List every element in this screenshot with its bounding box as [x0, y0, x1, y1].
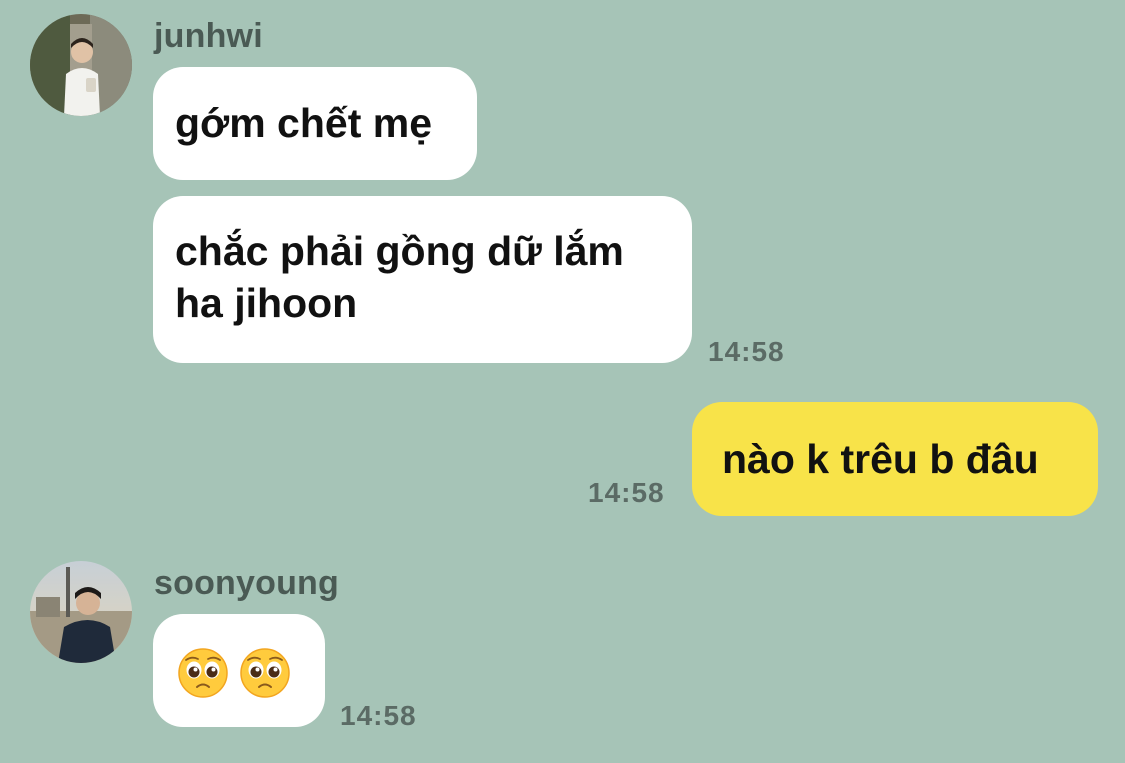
avatar-photo-icon: [30, 14, 132, 116]
message-timestamp: 14:58: [708, 336, 785, 367]
pleading-face-emoji-icon: [177, 647, 229, 699]
message-text: chắc phải gồng dữ lắm ha jihoon: [175, 228, 624, 326]
message-bubble-outgoing[interactable]: nào k trêu b đâu: [692, 402, 1098, 516]
message-text: nào k trêu b đâu: [722, 436, 1039, 482]
message-timestamp: 14:58: [588, 477, 665, 508]
message-bubble[interactable]: chắc phải gồng dữ lắm ha jihoon: [153, 196, 692, 363]
sender-name: soonyoung: [154, 564, 339, 602]
message-bubble[interactable]: [153, 614, 325, 727]
pleading-face-emoji-icon: [239, 647, 291, 699]
avatar-photo-icon: [30, 561, 132, 663]
avatar-junhwi[interactable]: [30, 14, 132, 116]
message-text: gớm chết mẹ: [175, 100, 432, 146]
message-timestamp: 14:58: [340, 700, 417, 731]
message-bubble[interactable]: gớm chết mẹ: [153, 67, 477, 180]
avatar-soonyoung[interactable]: [30, 561, 132, 663]
chat-window: junhwi gớm chết mẹ chắc phải gồng dữ lắm…: [0, 0, 1125, 763]
sender-name: junhwi: [154, 17, 263, 55]
